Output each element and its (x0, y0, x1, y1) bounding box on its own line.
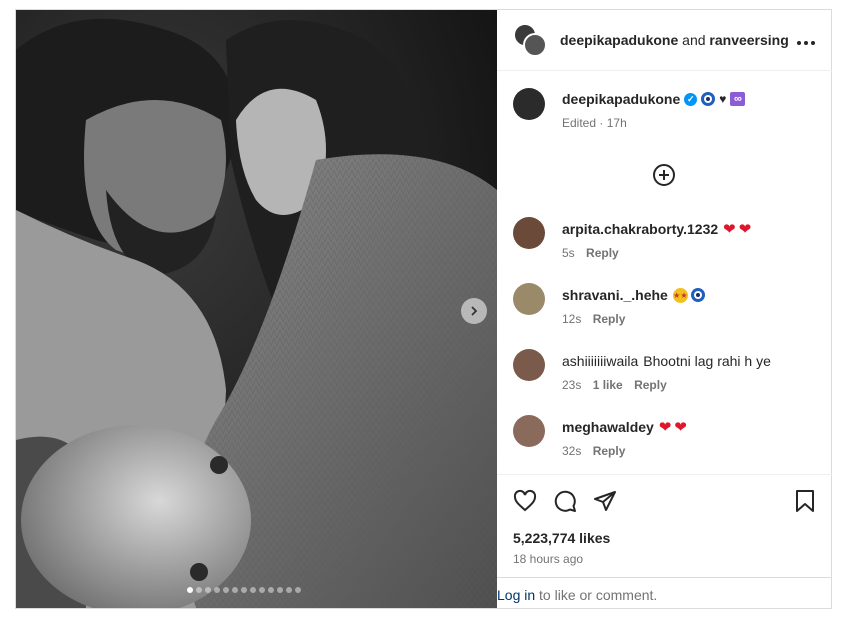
comment-item: ashiiiiiiiwaila Bhootni lag rahi h ye 23… (497, 349, 787, 392)
reply-button[interactable]: Reply (586, 246, 619, 260)
carousel-dot (232, 587, 238, 593)
carousel-dot (259, 587, 265, 593)
red-heart-icon: ❤ (658, 418, 672, 436)
edited-label: Edited (562, 116, 597, 130)
post-photo[interactable] (16, 10, 497, 608)
comment-text: meghawaldey ❤ ❤ (562, 419, 687, 435)
caption-time[interactable]: 17h (607, 116, 627, 130)
load-more-comments-button[interactable] (652, 163, 676, 187)
chevron-right-icon (471, 306, 478, 316)
verified-badge-icon: ✓ (684, 92, 698, 106)
comment-text: ashiiiiiiiwaila Bhootni lag rahi h ye (562, 353, 771, 369)
avatar (523, 33, 547, 57)
login-prompt: Log in to like or comment. (497, 577, 832, 609)
owners-joiner: and (682, 32, 706, 48)
comment-likes[interactable]: 1 like (593, 378, 623, 392)
comment-time[interactable]: 5s (562, 246, 575, 260)
action-icons (497, 475, 832, 513)
avatar[interactable] (513, 283, 545, 315)
nazar-amulet-icon (701, 92, 716, 106)
comment-text: shravani._.hehe ★★ (562, 287, 705, 303)
avatar[interactable] (513, 88, 545, 120)
carousel-dot (205, 587, 211, 593)
reply-button[interactable]: Reply (593, 312, 626, 326)
meta-separator: · (599, 116, 607, 130)
comment-time[interactable]: 23s (562, 378, 581, 392)
bookmark-icon[interactable] (794, 489, 816, 513)
comment-username[interactable]: ashiiiiiiiwaila (562, 353, 638, 369)
like-count[interactable]: 5,223,774 likes (497, 513, 832, 546)
post-timestamp[interactable]: 18 hours ago (497, 546, 832, 566)
red-heart-icon: ❤ (723, 220, 736, 238)
reply-button[interactable]: Reply (593, 444, 626, 458)
owner-link-2[interactable]: ranveersing (709, 32, 788, 48)
reply-button[interactable]: Reply (634, 378, 667, 392)
carousel-dot (196, 587, 202, 593)
caption-username[interactable]: deepikapadukone (562, 91, 680, 107)
ellipsis-icon (797, 40, 815, 45)
nazar-amulet-icon (690, 288, 705, 302)
comment-item: shravani._.hehe ★★ 12s Reply (497, 283, 721, 326)
post-owners: deepikapadukone and ranveersing (560, 32, 796, 48)
avatar[interactable] (513, 349, 545, 381)
like-heart-icon[interactable] (513, 489, 537, 513)
comments-list[interactable]: deepikapadukone ✓ ♥ ∞ Edited · 17h arpit… (497, 72, 832, 474)
caption: deepikapadukone ✓ ♥ ∞ Edited · 17h (497, 72, 832, 130)
comment-text: arpita.chakraborty.1232 ❤ ❤ (562, 221, 751, 237)
post-header: deepikapadukone and ranveersing (497, 10, 832, 71)
next-image-button[interactable] (461, 298, 487, 324)
comment-item: meghawaldey ❤ ❤ 32s Reply (497, 415, 703, 458)
owner-link-1[interactable]: deepikapadukone (560, 32, 678, 48)
carousel-dot (277, 587, 283, 593)
comment-username[interactable]: shravani._.hehe (562, 287, 668, 303)
red-heart-icon: ❤ (674, 418, 687, 436)
comment-body: Bhootni lag rahi h ye (643, 353, 771, 369)
carousel-indicator (187, 587, 301, 593)
comment-time[interactable]: 12s (562, 312, 581, 326)
login-link[interactable]: Log in (497, 587, 535, 603)
login-rest-text: to like or comment. (535, 587, 658, 603)
caption-header: deepikapadukone ✓ ♥ ∞ (562, 91, 746, 107)
carousel-dot (250, 587, 256, 593)
comment-username[interactable]: meghawaldey (562, 419, 654, 435)
star-struck-icon: ★★ (672, 287, 688, 303)
comment-item: arpita.chakraborty.1232 ❤ ❤ 5s Reply (497, 217, 767, 260)
black-heart-icon: ♥ (719, 92, 727, 106)
avatar[interactable] (513, 217, 545, 249)
comment-meta: 12s Reply (562, 312, 705, 326)
carousel-dot (268, 587, 274, 593)
comment-username[interactable]: arpita.chakraborty.1232 (562, 221, 718, 237)
carousel-dot (241, 587, 247, 593)
infinity-icon: ∞ (730, 92, 746, 106)
collab-avatars[interactable] (513, 23, 547, 57)
photo-illustration (16, 10, 497, 608)
comment-bubble-icon[interactable] (553, 489, 577, 513)
share-paper-plane-icon[interactable] (593, 489, 617, 513)
red-heart-icon: ❤ (738, 220, 752, 238)
avatar[interactable] (513, 415, 545, 447)
comment-time[interactable]: 32s (562, 444, 581, 458)
plus-circle-icon (653, 164, 675, 186)
carousel-dot (286, 587, 292, 593)
carousel-dot (187, 587, 193, 593)
carousel-dot (223, 587, 229, 593)
comment-meta: 23s 1 like Reply (562, 378, 771, 392)
comment-meta: 32s Reply (562, 444, 687, 458)
carousel-dot (214, 587, 220, 593)
post-side-panel: deepikapadukone and ranveersing deepikap… (497, 10, 832, 608)
post-dialog: deepikapadukone and ranveersing deepikap… (15, 9, 832, 609)
more-options-button[interactable] (796, 30, 816, 51)
carousel-dot (295, 587, 301, 593)
caption-meta: Edited · 17h (562, 116, 745, 130)
comment-meta: 5s Reply (562, 246, 751, 260)
